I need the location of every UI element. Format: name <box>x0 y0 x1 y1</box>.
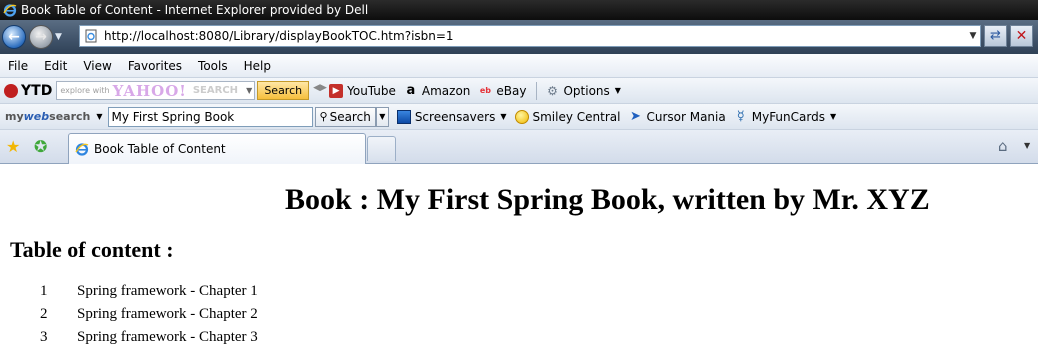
amazon-link[interactable]: a Amazon <box>404 83 471 98</box>
add-favorite-icon[interactable]: ✪ <box>34 137 47 156</box>
arrow-left-icon: ← <box>8 29 20 45</box>
toc-number: 1 <box>40 283 48 299</box>
chevron-down-icon: ▼ <box>500 112 507 121</box>
mywebsearch-logo-search: search <box>49 110 91 123</box>
tab-book-toc[interactable]: Book Table of Content <box>68 133 366 164</box>
gear-icon: ⚙ <box>547 83 558 98</box>
menu-edit[interactable]: Edit <box>36 59 75 73</box>
refresh-button[interactable]: ⇄ <box>984 25 1007 47</box>
toolbar-divider <box>536 81 538 100</box>
favorites-star-icon[interactable]: ★ <box>6 137 20 156</box>
amazon-icon: a <box>406 83 416 98</box>
amazon-label: Amazon <box>421 83 471 98</box>
address-dropdown-icon[interactable]: ▼ <box>966 31 980 41</box>
ytd-apple-icon <box>4 83 18 98</box>
toolbar-grip-icon[interactable]: ◀▶ <box>313 83 327 99</box>
menu-bar: File Edit View Favorites Tools Help <box>0 54 1038 78</box>
ebay-icon: eb <box>479 86 491 95</box>
yahoo-brand-text: YAHOO! <box>112 81 187 100</box>
smiley-icon <box>514 109 529 124</box>
toc-heading: Table of content : <box>10 237 174 262</box>
new-tab-button[interactable] <box>367 136 396 161</box>
toc-title: Spring framework - Chapter 1 <box>77 283 258 299</box>
cursor-mania-label: Cursor Mania <box>646 109 726 124</box>
internet-explorer-icon <box>75 143 89 156</box>
youtube-link[interactable]: ▶ YouTube <box>329 83 396 98</box>
screensavers-link[interactable]: Screensavers ▼ <box>396 109 507 124</box>
toc-title: Spring framework - Chapter 3 <box>77 329 258 345</box>
screensavers-label: Screensavers <box>414 109 496 124</box>
chevron-down-icon[interactable]: ▼ <box>246 86 252 95</box>
options-menu[interactable]: ⚙ Options ▼ <box>545 83 621 98</box>
yahoo-search-button[interactable]: Search <box>257 81 310 100</box>
search-icon: ⚲ <box>319 109 328 123</box>
page-icon <box>85 29 97 43</box>
ebay-label: eBay <box>496 83 527 98</box>
menu-help[interactable]: Help <box>236 59 279 73</box>
chevron-down-icon: ▼ <box>614 86 621 95</box>
window-titlebar: Book Table of Content - Internet Explore… <box>0 0 1038 20</box>
address-bar[interactable]: http://localhost:8080/Library/displayBoo… <box>79 25 981 47</box>
cursor-icon: ➤ <box>630 109 641 124</box>
mywebsearch-search-label: Search <box>329 109 371 124</box>
monitor-icon <box>396 109 411 124</box>
yahoo-search-text: SEARCH <box>192 85 239 96</box>
ytd-toolbar: YTD explore with YAHOO! SEARCH ▼ Search … <box>0 78 1038 104</box>
mywebsearch-options-dropdown[interactable]: ▼ <box>375 106 389 127</box>
toc-number: 3 <box>40 329 48 345</box>
close-icon: ✕ <box>1015 28 1028 44</box>
arrow-right-icon: → <box>35 29 47 45</box>
person-icon: ☿ <box>736 109 745 124</box>
youtube-icon: ▶ <box>329 83 344 98</box>
ebay-link[interactable]: eb eBay <box>478 83 527 98</box>
mywebsearch-input[interactable]: My First Spring Book <box>107 106 313 127</box>
home-icon[interactable]: ⌂ <box>998 137 1008 155</box>
chevron-down-icon: ▼ <box>829 112 837 121</box>
cursor-mania-link[interactable]: ➤ Cursor Mania <box>628 109 726 124</box>
smiley-central-label: Smiley Central <box>532 109 621 124</box>
yahoo-placeholder: explore with <box>60 86 110 95</box>
page-content: Book : My First Spring Book, written by … <box>0 165 1038 361</box>
menu-tools[interactable]: Tools <box>190 59 236 73</box>
toc-number: 2 <box>40 306 48 322</box>
yahoo-search-input[interactable]: explore with YAHOO! SEARCH ▼ <box>56 81 256 100</box>
menu-file[interactable]: File <box>0 59 36 73</box>
menu-favorites[interactable]: Favorites <box>120 59 190 73</box>
back-button[interactable]: ← <box>2 25 26 49</box>
myfuncards-link[interactable]: ☿ MyFunCards ▼ <box>734 109 837 124</box>
recent-pages-dropdown[interactable]: ▼ <box>55 32 67 42</box>
mywebsearch-toolbar: mywebsearch ▼ My First Spring Book ⚲ Sea… <box>0 104 1038 130</box>
tab-label: Book Table of Content <box>94 142 226 156</box>
mywebsearch-search-button[interactable]: ⚲ Search <box>314 106 376 127</box>
tab-bar: ★ ✪ Book Table of Content ⌂ ▼ <box>0 130 1038 164</box>
address-input[interactable]: http://localhost:8080/Library/displayBoo… <box>104 29 966 43</box>
page-title: Book : My First Spring Book, written by … <box>285 183 930 216</box>
ytd-logo[interactable]: YTD <box>4 83 52 99</box>
mywebsearch-logo-web: web <box>23 110 50 123</box>
mywebsearch-logo[interactable]: mywebsearch <box>5 110 90 123</box>
internet-explorer-icon <box>3 4 17 17</box>
forward-button[interactable]: → <box>29 25 53 49</box>
refresh-icon: ⇄ <box>990 28 1001 43</box>
ytd-logo-text: YTD <box>21 82 53 99</box>
youtube-label: YouTube <box>347 83 396 98</box>
smiley-central-link[interactable]: Smiley Central <box>514 109 621 124</box>
toc-title: Spring framework - Chapter 2 <box>77 306 258 322</box>
window-title: Book Table of Content - Internet Explore… <box>21 3 369 17</box>
navigation-bar: ← → ▼ http://localhost:8080/Library/disp… <box>0 20 1038 54</box>
mywebsearch-logo-my: my <box>5 110 24 123</box>
chevron-down-icon[interactable]: ▼ <box>1024 141 1030 150</box>
stop-button[interactable]: ✕ <box>1010 25 1033 47</box>
options-label: Options <box>563 83 610 98</box>
mywebsearch-menu-dropdown[interactable]: ▼ <box>96 112 102 121</box>
myfuncards-label: MyFunCards <box>751 109 825 124</box>
menu-view[interactable]: View <box>75 59 119 73</box>
